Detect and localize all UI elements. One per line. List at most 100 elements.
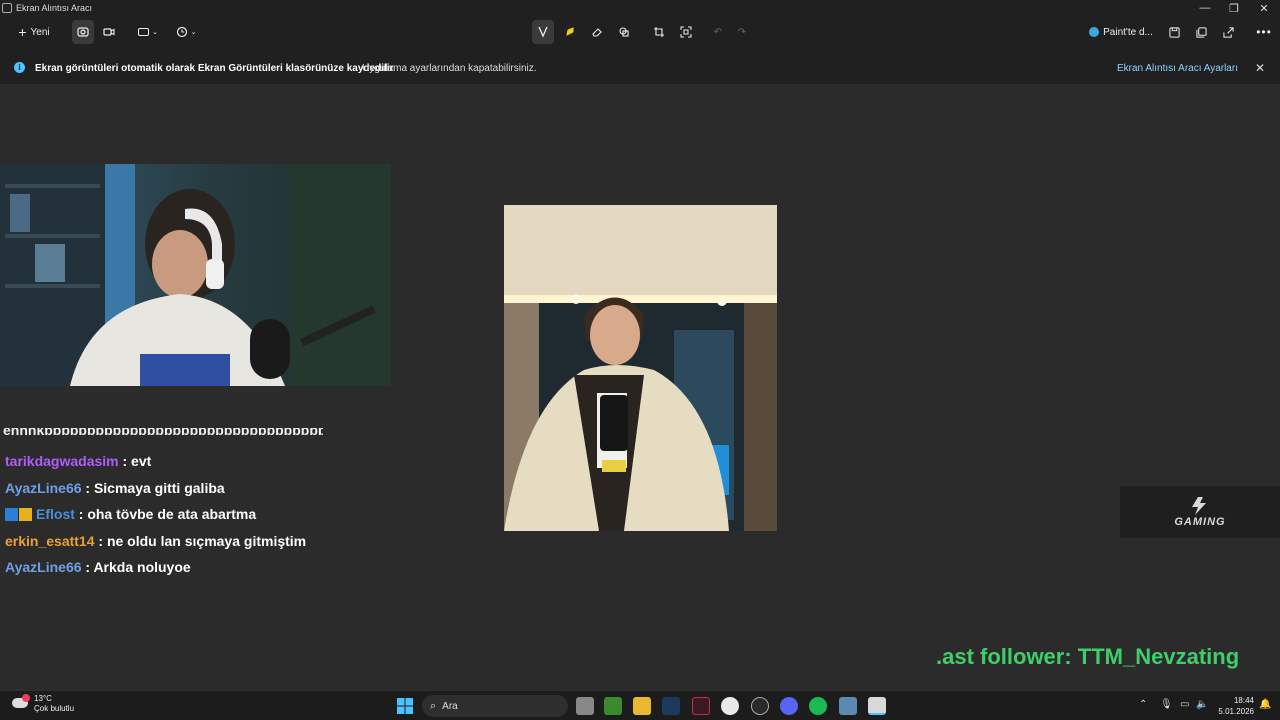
chat-username: AyazLine66 [5, 559, 82, 575]
app-icon[interactable] [839, 697, 857, 715]
chat-username: AyazLine66 [5, 479, 82, 496]
rectangle-icon [138, 28, 150, 36]
window-title: Ekran Alıntısı Aracı [16, 3, 93, 13]
chat-message: tarikdagwadasim : evt [5, 448, 321, 475]
minimize-button[interactable]: — [1190, 0, 1220, 16]
text-actions-button[interactable] [675, 20, 697, 44]
chat-message: Eflost : oha tövbe de ata abartma [5, 501, 321, 528]
text-scan-icon [680, 26, 692, 38]
spotify-icon[interactable] [809, 697, 827, 715]
ballpoint-pen-button[interactable] [532, 20, 554, 44]
valorant-icon[interactable] [692, 697, 710, 715]
discord-icon[interactable] [780, 697, 798, 715]
chat-text: : Arkda noluyoe [85, 559, 191, 575]
save-icon [1168, 26, 1180, 38]
title-bar: Ekran Alıntısı Aracı [0, 0, 1280, 16]
video-mode-button[interactable] [98, 20, 120, 44]
chat-cut-line: ennnkbbbbbbbbbbbbbbbbbbbbbbbbbbbbbbbbb [3, 428, 323, 438]
close-window-button[interactable]: ✕ [1249, 0, 1279, 16]
microphone-icon[interactable]: 🎙 [1160, 699, 1173, 710]
undo-icon: ↶ [713, 26, 723, 38]
snip-shape-dropdown[interactable]: ⌄ [134, 20, 162, 44]
chat-text: : Sicmaya gitti galiba [85, 479, 225, 496]
chrome-icon[interactable] [721, 697, 739, 715]
chat-text: : oha tövbe de ata abartma [78, 506, 257, 522]
share-button[interactable] [1217, 20, 1239, 44]
file-explorer-icon[interactable] [633, 697, 651, 715]
lightning-logo-icon [1192, 497, 1206, 515]
edit-in-paint-label: Paint'te d... [1103, 26, 1153, 38]
snipping-tool-taskbar-icon[interactable] [868, 697, 886, 715]
delay-dropdown[interactable]: ⌄ [172, 20, 200, 44]
copy-button[interactable] [1190, 20, 1212, 44]
chat-username: Eflost [36, 506, 75, 522]
chat-message: AyazLine66 : Arkda noluyoe [5, 554, 321, 581]
screenshot-canvas[interactable]: ennnkbbbbbbbbbbbbbbbbbbbbbbbbbbbbbbbbb t… [0, 84, 1280, 690]
screenshot-mode-button[interactable] [72, 20, 94, 44]
chat-list: tarikdagwadasim : evt AyazLine66 : Sicma… [5, 448, 321, 581]
info-icon: i [14, 62, 25, 73]
chat-username: tarikdagwadasim [5, 453, 119, 469]
info-bar: i Ekran görüntüleri otomatik olarak Ekra… [0, 56, 1280, 80]
info-title: Ekran görüntüleri otomatik olarak Ekran … [35, 62, 394, 74]
plus-icon: + [18, 24, 27, 40]
more-icon: ••• [1256, 25, 1272, 39]
steam-icon[interactable] [662, 697, 680, 715]
search-icon: ⌕ [430, 699, 437, 712]
chat-text: : evt [122, 453, 152, 469]
volume-icon[interactable]: 🔈 [1196, 699, 1208, 710]
settings-link[interactable]: Ekran Alıntısı Aracı Ayarları [1117, 63, 1238, 74]
github-icon[interactable] [751, 697, 769, 715]
network-icon[interactable]: ▭ [1180, 699, 1189, 710]
crop-button[interactable] [648, 20, 670, 44]
clock[interactable]: 18:44 5.01.2026 [1216, 695, 1254, 717]
weather-desc: Çok bulutlu [34, 704, 75, 713]
badge-icon [5, 508, 18, 521]
minecraft-icon[interactable] [604, 697, 622, 715]
share-icon [1222, 26, 1234, 38]
copy-icon [1195, 26, 1207, 38]
notification-bell-icon[interactable]: 🔔 [1259, 699, 1271, 710]
more-options-button[interactable]: ••• [1253, 20, 1275, 44]
clock-time: 18:44 [1233, 696, 1254, 705]
redo-icon: ↷ [737, 26, 747, 38]
selfie-photo [504, 205, 777, 531]
chevron-up-icon[interactable]: ⌃ [1139, 699, 1147, 710]
weather-widget[interactable]: 13°C Çok bulutlu [10, 694, 74, 714]
edit-in-paint-button[interactable]: Paint'te d... [1086, 20, 1156, 44]
eraser-button[interactable] [586, 20, 608, 44]
paint-icon [1089, 27, 1100, 37]
chat-username: erkin_esatt14 [5, 532, 95, 549]
taskbar-search[interactable]: ⌕ Ara [422, 695, 568, 717]
close-info-icon[interactable]: ✕ [1255, 61, 1265, 75]
redo-button[interactable]: ↷ [731, 20, 753, 44]
chevron-down-icon: ⌄ [190, 29, 197, 36]
windows-icon [397, 698, 413, 714]
start-button[interactable] [396, 697, 414, 715]
snipping-tool-icon [2, 3, 12, 13]
weather-alert-icon [22, 694, 30, 702]
highlighter-button[interactable] [559, 20, 581, 44]
chevron-down-icon: ⌄ [152, 29, 158, 36]
crown-badge-icon [19, 508, 32, 521]
video-camera-icon [103, 28, 115, 36]
last-follower-text: .ast follower: TTM_Nevzating [936, 644, 1240, 669]
chat-text: : ne oldu lan sıçmaya gitmiştim [98, 532, 307, 549]
task-view-icon[interactable] [576, 697, 594, 715]
shapes-icon [619, 27, 629, 37]
weather-temp: 13°C [34, 694, 52, 703]
save-button[interactable] [1163, 20, 1185, 44]
camera-icon [77, 27, 89, 37]
new-button[interactable]: + Yeni [12, 20, 56, 44]
shapes-button[interactable] [613, 20, 635, 44]
eraser-icon [592, 28, 602, 37]
taskbar: 13°C Çok bulutlu ⌕ Ara ⌃ 🎙 ▭ 🔈 18:44 5.0… [0, 690, 1280, 720]
webcam-image [0, 164, 391, 386]
restore-button[interactable]: ❐ [1219, 0, 1249, 16]
webcam-feed [0, 164, 391, 386]
undo-button[interactable]: ↶ [707, 20, 729, 44]
selfie-image [504, 205, 777, 531]
search-placeholder: Ara [442, 700, 458, 712]
info-text: Uygulama ayarlarından kapatabilirsiniz. [362, 62, 537, 74]
chat-message: erkin_esatt14 : ne oldu lan sıçmaya gitm… [5, 528, 321, 555]
